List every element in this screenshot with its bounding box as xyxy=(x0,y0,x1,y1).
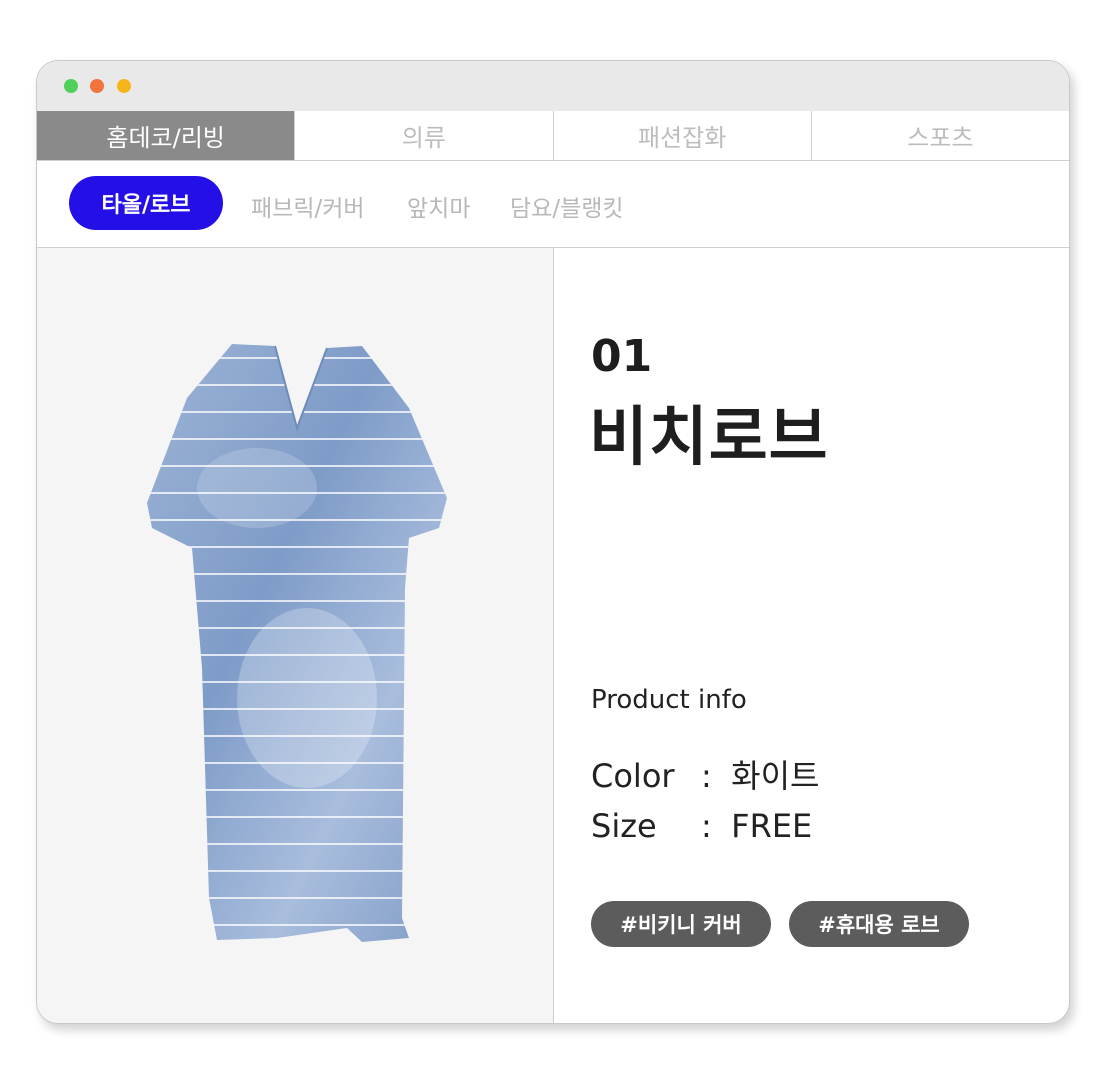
tab-clothing[interactable]: 의류 xyxy=(295,111,554,160)
product-number: 01 xyxy=(591,331,653,382)
color-value: 화이트 xyxy=(731,757,820,795)
tab-home-deco[interactable]: 홈데코/리빙 xyxy=(37,111,296,160)
size-label: Size xyxy=(591,807,657,845)
product-title: 비치로브 xyxy=(589,401,829,475)
subcategory-blanket[interactable]: 담요/블랭킷 xyxy=(510,189,624,223)
title-bar xyxy=(37,61,1069,112)
category-tabs: 홈데코/리빙 의류 패션잡화 스포츠 xyxy=(37,111,1069,161)
tag-bikini-cover[interactable]: #비키니 커버 xyxy=(591,901,771,947)
beach-robe-image xyxy=(147,344,447,942)
tab-sports[interactable]: 스포츠 xyxy=(811,111,1069,160)
size-row: Size: FREE xyxy=(591,807,812,845)
minimize-dot-icon[interactable] xyxy=(90,79,104,93)
subcategory-fabric-cover[interactable]: 패브릭/커버 xyxy=(251,189,365,223)
tag-portable-robe[interactable]: #휴대용 로브 xyxy=(789,901,969,947)
subcategory-nav: 타올/로브 패브릭/커버 앞치마 담요/블랭킷 xyxy=(37,161,1069,248)
color-row: Color: 화이트 xyxy=(591,751,820,797)
close-dot-icon[interactable] xyxy=(117,79,131,93)
subcategory-apron[interactable]: 앞치마 xyxy=(407,189,470,223)
maximize-dot-icon[interactable] xyxy=(64,79,78,93)
product-image-panel xyxy=(37,248,554,1023)
color-separator: : xyxy=(701,757,712,795)
size-value: FREE xyxy=(731,807,813,845)
browser-window: 홈데코/리빙 의류 패션잡화 스포츠 타올/로브 패브릭/커버 앞치마 담요/블… xyxy=(36,60,1070,1024)
color-label: Color xyxy=(591,757,675,795)
size-separator: : xyxy=(701,807,712,845)
product-info-heading: Product info xyxy=(591,685,747,715)
tab-fashion-goods[interactable]: 패션잡화 xyxy=(553,111,812,160)
subcategory-towel-robe[interactable]: 타올/로브 xyxy=(69,176,223,230)
